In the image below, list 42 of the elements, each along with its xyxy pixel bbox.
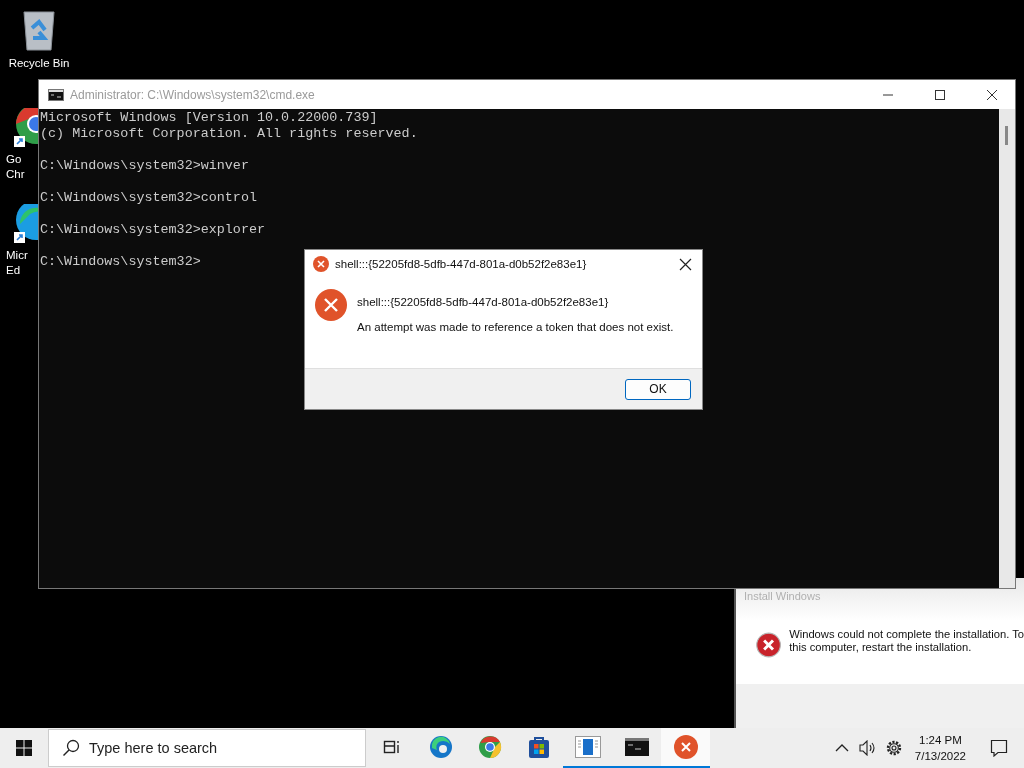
close-icon[interactable] bbox=[678, 257, 692, 271]
error-message: this computer, restart the installation. bbox=[789, 641, 972, 654]
notification-icon[interactable] bbox=[990, 739, 1008, 757]
console-line: C:\Windows\system32> bbox=[40, 254, 201, 270]
icon-label: Go bbox=[6, 152, 22, 167]
error-app-button[interactable] bbox=[661, 728, 710, 768]
ok-button[interactable]: OK bbox=[625, 378, 691, 400]
icon-label: Chr bbox=[6, 167, 25, 182]
console-line: (c) Microsoft Corporation. All rights reserved. bbox=[40, 126, 418, 142]
scrollbar[interactable] bbox=[999, 109, 1015, 588]
search-icon bbox=[62, 739, 80, 757]
error-icon[interactable] bbox=[673, 735, 698, 759]
console-line: C:\Windows\system32>winver bbox=[40, 158, 249, 174]
close-icon[interactable] bbox=[986, 88, 998, 101]
error-icon bbox=[315, 289, 347, 321]
settings-icon[interactable] bbox=[884, 739, 903, 757]
edge-icon[interactable] bbox=[14, 204, 38, 244]
console-line: C:\Windows\system32>control bbox=[40, 190, 257, 206]
dialog-heading: shell:::{52205fd8-5dfb-447d-801a-d0b52f2e83e1} bbox=[357, 296, 610, 308]
console-icon[interactable] bbox=[624, 738, 649, 756]
dialog-title: shell:::{52205fd8-5dfb-447d-801a-d0b52f2e83e1} bbox=[335, 258, 587, 270]
error-icon bbox=[313, 256, 329, 272]
console-line: Microsoft Windows [Version 10.0.22000.739] bbox=[40, 110, 378, 126]
icon-label: Ed bbox=[6, 263, 21, 278]
task-view-icon[interactable] bbox=[382, 738, 401, 756]
windows-logo-icon[interactable] bbox=[16, 740, 32, 756]
clock[interactable]: 1:24 PM 7/13/2022 bbox=[906, 732, 974, 764]
icon-label: Micr bbox=[6, 248, 28, 263]
window-title: Administrator: C:\Windows\system32\cmd.exe bbox=[70, 87, 315, 102]
error-message: An attempt was made to reference a token that does not exist. bbox=[357, 321, 674, 333]
console-icon bbox=[48, 88, 64, 101]
maximize-icon[interactable] bbox=[934, 88, 946, 101]
chevron-up-icon[interactable] bbox=[834, 744, 849, 752]
error-message: Windows could not complete the installation. To bbox=[789, 628, 1024, 641]
recycle-bin-icon[interactable] bbox=[20, 8, 58, 52]
volume-icon[interactable] bbox=[858, 740, 877, 756]
store-icon[interactable] bbox=[526, 735, 551, 759]
icon-label: Recycle Bin bbox=[8, 56, 70, 71]
window-title: Install Windows bbox=[744, 590, 821, 602]
search-field[interactable]: Type here to search bbox=[48, 729, 366, 767]
console-line: C:\Windows\system32>explorer bbox=[40, 222, 265, 238]
setup-window-icon[interactable] bbox=[574, 736, 601, 758]
